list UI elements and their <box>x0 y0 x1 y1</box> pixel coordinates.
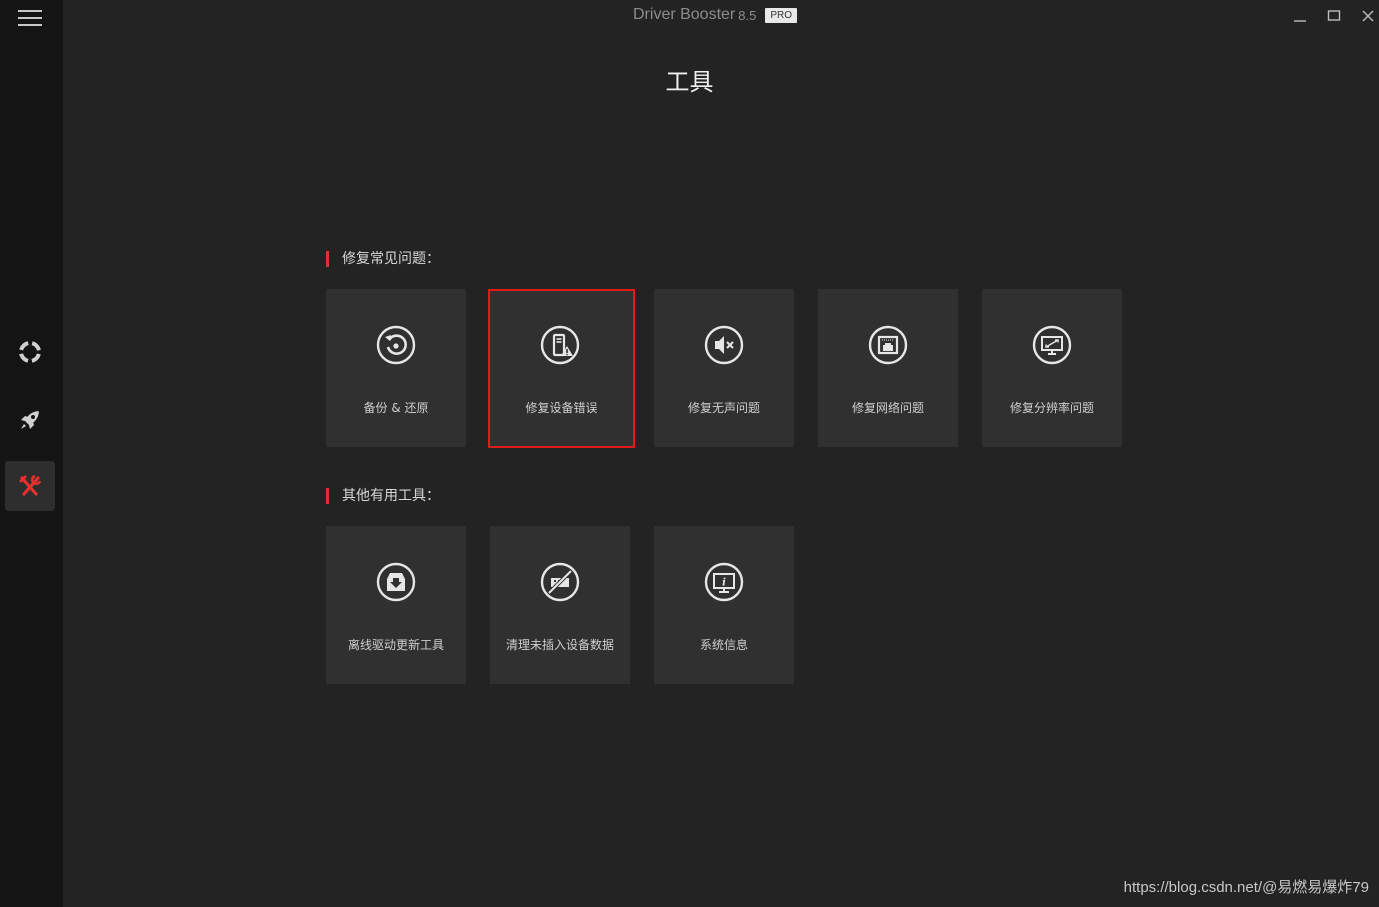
resolution-icon <box>1032 325 1072 365</box>
tile-fix-resolution[interactable]: 修复分辨率问题 <box>982 289 1122 447</box>
sidebar-item-boost[interactable] <box>5 395 55 445</box>
watermark: https://blog.csdn.net/@易燃易爆炸79 <box>1123 879 1369 896</box>
maximize-button[interactable] <box>1323 6 1345 26</box>
hamburger-menu-icon[interactable] <box>18 10 42 28</box>
page-title: 工具 <box>665 68 714 96</box>
lifebuoy-icon <box>18 340 42 364</box>
app-name: Driver Booster <box>633 6 736 23</box>
minimize-button[interactable] <box>1289 6 1311 26</box>
tile-label: 离线驱动更新工具 <box>347 638 444 652</box>
minimize-icon <box>1294 20 1306 22</box>
close-icon <box>1362 10 1374 22</box>
tile-fix-device-error[interactable]: 修复设备错误 <box>488 289 635 448</box>
sidebar-item-action-center[interactable] <box>5 327 55 377</box>
maximize-icon <box>1327 10 1341 21</box>
tile-clean-unplugged-devices[interactable]: 清理未插入设备数据 <box>490 526 630 684</box>
tile-label: 清理未插入设备数据 <box>505 638 614 652</box>
device-error-icon <box>540 325 580 365</box>
tile-system-info[interactable]: i 系统信息 <box>654 526 794 684</box>
sidebar <box>0 0 63 907</box>
app-window: Driver Booster 8.5 PRO 工具 修复常见问题： 备份 & 还… <box>0 0 1379 907</box>
unplugged-device-icon <box>540 562 580 602</box>
system-info-icon: i <box>704 562 744 602</box>
tile-label: 修复设备错误 <box>525 401 598 415</box>
close-button[interactable] <box>1357 6 1379 26</box>
tile-label: 备份 & 还原 <box>363 401 429 415</box>
tile-fix-network[interactable]: 修复网络问题 <box>818 289 958 447</box>
title-bar: Driver Booster 8.5 PRO <box>63 0 1379 32</box>
tile-offline-driver-update[interactable]: 离线驱动更新工具 <box>326 526 466 684</box>
app-title: Driver Booster 8.5 PRO <box>633 6 797 24</box>
network-icon <box>868 325 908 365</box>
tools-icon <box>19 474 42 496</box>
offline-update-icon <box>376 562 416 602</box>
section-label-other: 其他有用工具： <box>326 488 440 504</box>
tile-backup-restore[interactable]: 备份 & 还原 <box>326 289 466 447</box>
tile-fix-no-sound[interactable]: 修复无声问题 <box>654 289 794 447</box>
svg-text:i: i <box>722 578 726 589</box>
mute-speaker-icon <box>704 325 744 365</box>
backup-restore-icon <box>376 325 416 365</box>
tile-label: 修复无声问题 <box>687 401 760 415</box>
pro-badge: PRO <box>765 7 797 23</box>
section-label-common: 修复常见问题： <box>326 251 440 267</box>
tile-label: 修复分辨率问题 <box>1009 401 1094 415</box>
tile-label: 系统信息 <box>699 638 748 652</box>
sidebar-item-tools[interactable] <box>5 461 55 511</box>
tile-label: 修复网络问题 <box>851 401 924 415</box>
app-version: 8.5 <box>738 7 757 23</box>
rocket-icon <box>21 411 39 429</box>
